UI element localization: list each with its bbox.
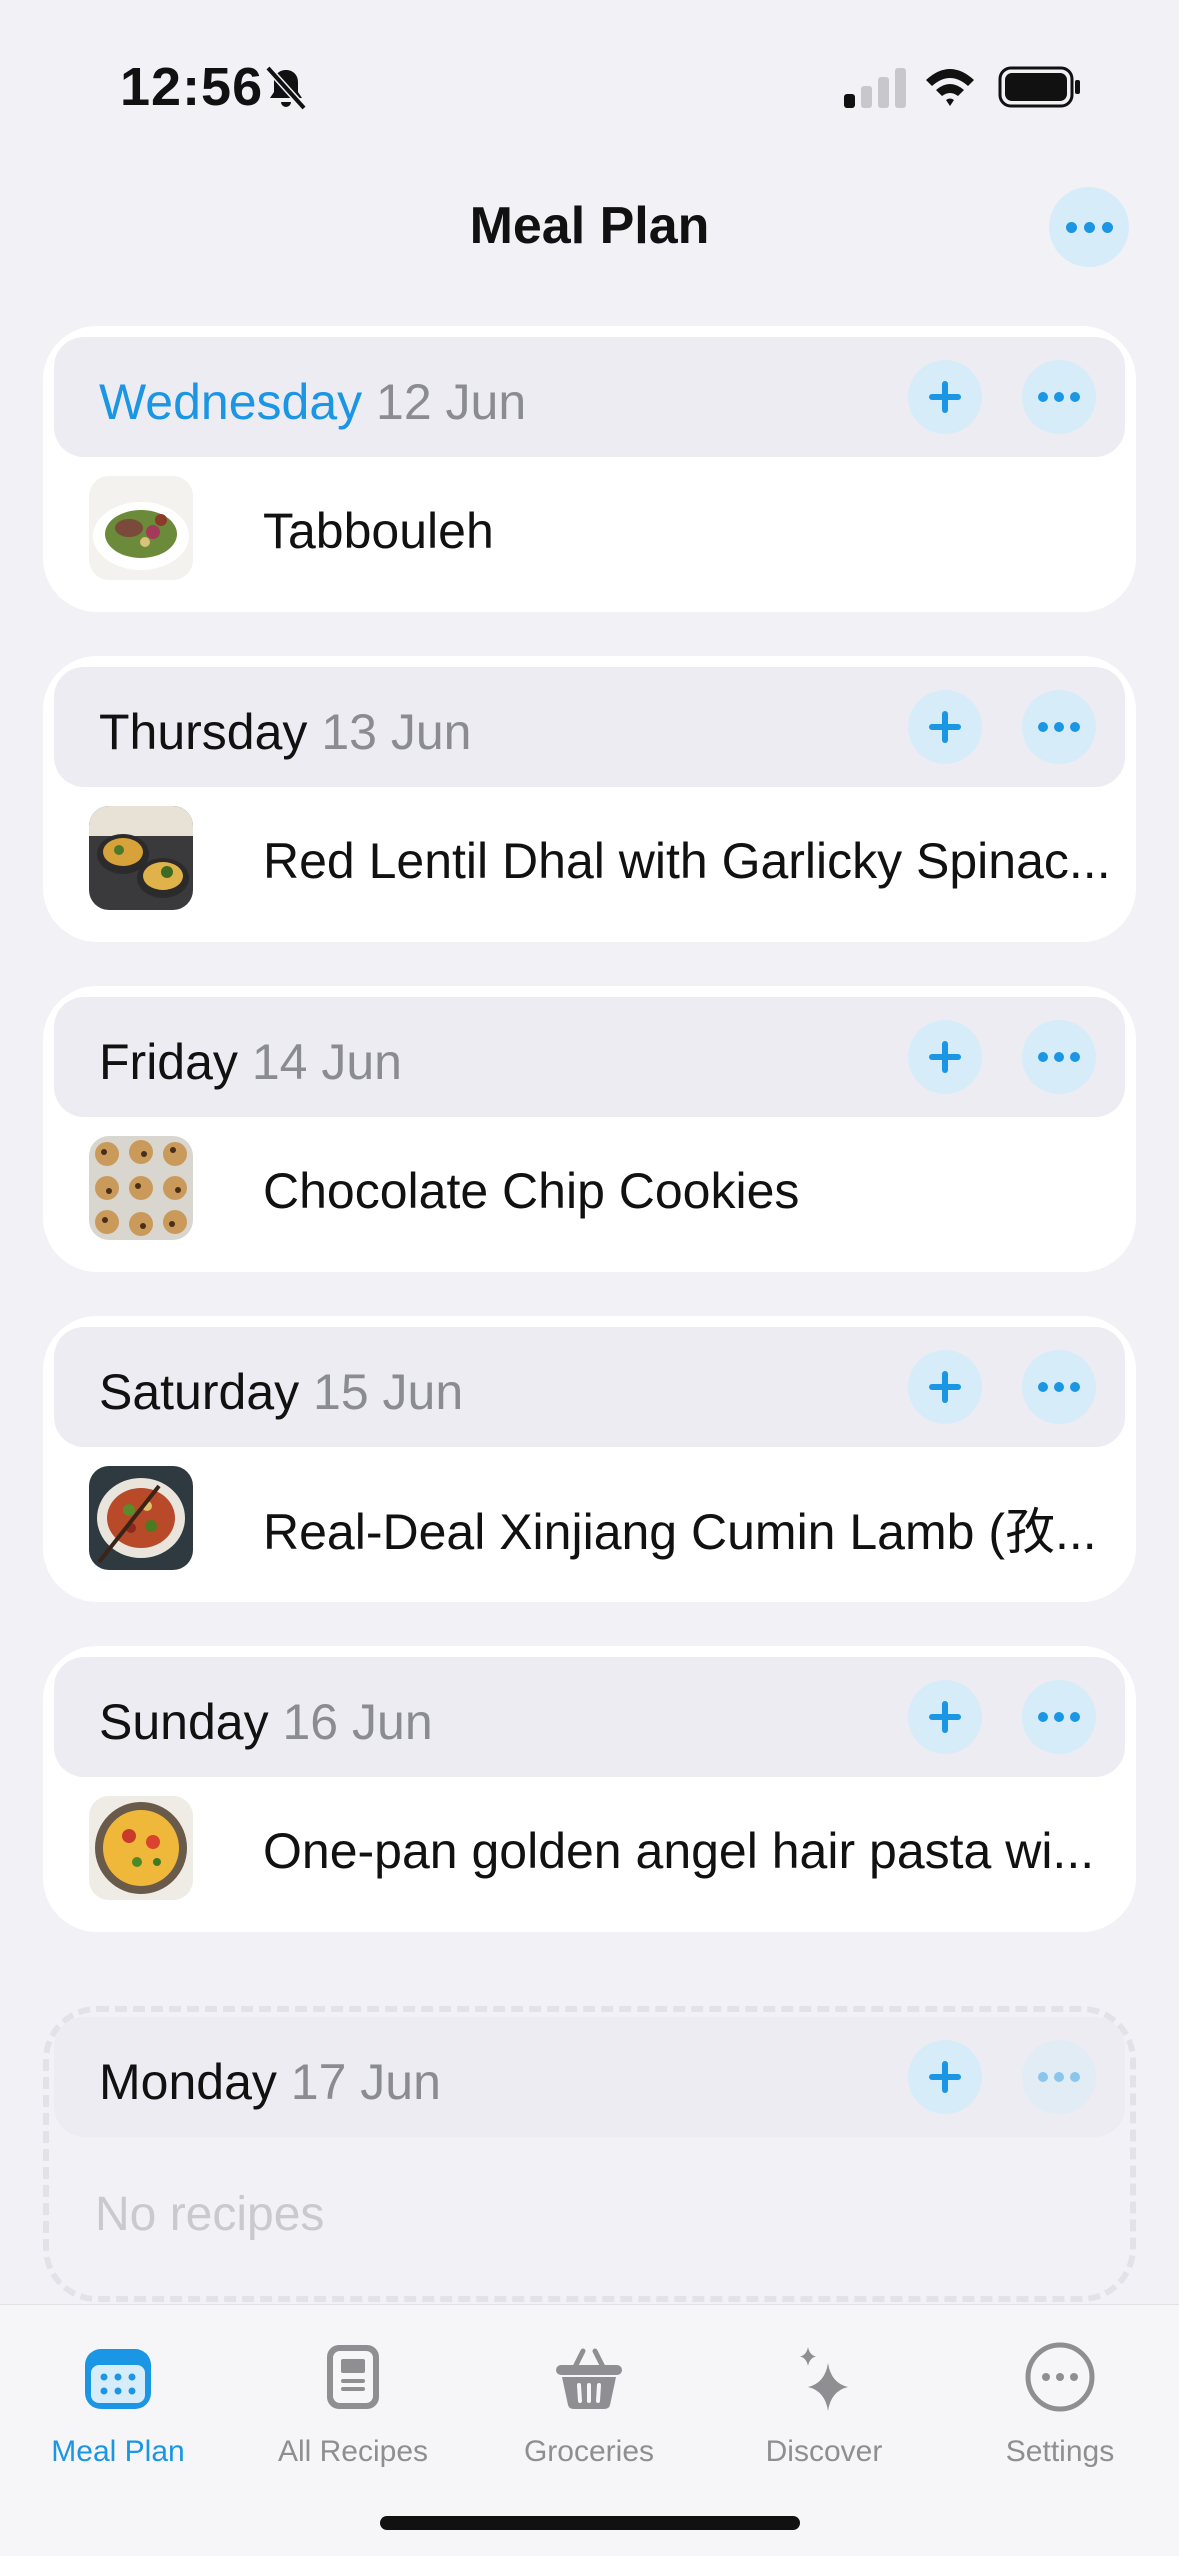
recipe-item[interactable]: Real-Deal Xinjiang Cumin Lamb (孜... [89, 1466, 1119, 1572]
add-recipe-button[interactable] [908, 1350, 982, 1424]
tab-label: Discover [765, 2435, 883, 2468]
day-name: Thursday [99, 704, 308, 760]
recipe-thumbnail [89, 806, 193, 910]
day-header: Monday 17 Jun [54, 2017, 1125, 2137]
basket-icon [556, 2348, 622, 2409]
day-date: 12 Jun [376, 374, 527, 430]
day-card-thursday: Thursday 13 Jun Red Lentil Dhal with Gar… [43, 656, 1136, 942]
sparkles-icon [800, 2347, 848, 2411]
day-card-wednesday: Wednesday 12 Jun Tabbouleh [43, 326, 1136, 612]
day-header: Friday 14 Jun [54, 997, 1125, 1117]
day-more-button[interactable] [1022, 2040, 1096, 2114]
day-card-friday: Friday 14 Jun Chocolate Chip Cookies [43, 986, 1136, 1272]
day-name: Monday [99, 2054, 277, 2110]
tab-meal-plan[interactable]: Meal Plan [0, 2325, 236, 2475]
day-more-button[interactable] [1022, 1350, 1096, 1424]
recipe-item[interactable]: One-pan golden angel hair pasta wi... [89, 1796, 1119, 1902]
more-dots-icon [1065, 221, 1077, 233]
day-header: Saturday 15 Jun [54, 1327, 1125, 1447]
add-recipe-button[interactable] [908, 1680, 982, 1754]
wifi-icon [926, 69, 974, 106]
tab-all-recipes[interactable]: All Recipes [235, 2325, 471, 2475]
day-name: Sunday [99, 1694, 269, 1750]
recipe-title: Chocolate Chip Cookies [263, 1163, 800, 1219]
tab-label: All Recipes [277, 2435, 429, 2468]
tab-label: Meal Plan [51, 2435, 185, 2468]
tab-label: Groceries [523, 2435, 655, 2468]
page-title: Meal Plan [469, 197, 710, 255]
recipe-title: One-pan golden angel hair pasta wi... [263, 1823, 1095, 1879]
day-date: 16 Jun [282, 1694, 433, 1750]
add-recipe-button[interactable] [908, 1020, 982, 1094]
tab-label: Settings [1005, 2435, 1115, 2468]
recipe-thumbnail [89, 1136, 193, 1240]
battery-icon [998, 66, 1080, 108]
day-name: Friday [99, 1034, 238, 1090]
day-header: Wednesday 12 Jun [54, 337, 1125, 457]
recipe-item[interactable]: Tabbouleh [89, 476, 1119, 582]
day-more-button[interactable] [1022, 1020, 1096, 1094]
recipe-thumbnail [89, 476, 193, 580]
tab-groceries[interactable]: Groceries [471, 2325, 707, 2475]
home-indicator[interactable] [380, 2516, 800, 2530]
day-more-button[interactable] [1022, 690, 1096, 764]
day-date: 17 Jun [290, 2054, 441, 2110]
cellular-signal-icon [844, 68, 906, 108]
recipe-item[interactable]: Red Lentil Dhal with Garlicky Spinac... [89, 806, 1119, 912]
recipe-book-icon [327, 2345, 379, 2409]
recipe-title: Tabbouleh [263, 503, 494, 559]
day-header: Sunday 16 Jun [54, 1657, 1125, 1777]
recipe-item[interactable]: Chocolate Chip Cookies [89, 1136, 1119, 1242]
calendar-icon [85, 2349, 151, 2409]
tab-discover[interactable]: Discover [706, 2325, 942, 2475]
day-date: 14 Jun [251, 1034, 402, 1090]
tab-settings[interactable]: Settings [942, 2325, 1178, 2475]
day-card-sunday: Sunday 16 Jun One-pan golden angel hair … [43, 1646, 1136, 1932]
more-options-button[interactable] [1049, 187, 1129, 267]
day-name: Saturday [99, 1364, 300, 1420]
recipe-thumbnail [89, 1466, 193, 1570]
recipe-title: Red Lentil Dhal with Garlicky Spinac... [263, 833, 1111, 889]
day-header: Thursday 13 Jun [54, 667, 1125, 787]
bell-off-icon [265, 65, 307, 111]
day-name: Wednesday [99, 374, 363, 430]
add-recipe-button[interactable] [908, 2040, 982, 2114]
day-date: 15 Jun [313, 1364, 464, 1420]
status-time: 12:56 [120, 57, 264, 117]
day-more-button[interactable] [1022, 360, 1096, 434]
empty-state-text: No recipes [95, 2188, 325, 2241]
recipe-thumbnail [89, 1796, 193, 1900]
status-bar: 12:56 [0, 0, 1179, 170]
day-date: 13 Jun [321, 704, 472, 760]
day-card-monday: Monday 17 Jun No recipes [43, 2006, 1136, 2302]
recipe-title: Real-Deal Xinjiang Cumin Lamb (孜... [263, 1504, 1097, 1560]
add-recipe-button[interactable] [908, 360, 982, 434]
day-more-button[interactable] [1022, 1680, 1096, 1754]
day-card-saturday: Saturday 15 Jun Real-Deal Xinjiang Cumin… [43, 1316, 1136, 1602]
add-recipe-button[interactable] [908, 690, 982, 764]
ellipsis-circle-icon [1025, 2342, 1095, 2412]
